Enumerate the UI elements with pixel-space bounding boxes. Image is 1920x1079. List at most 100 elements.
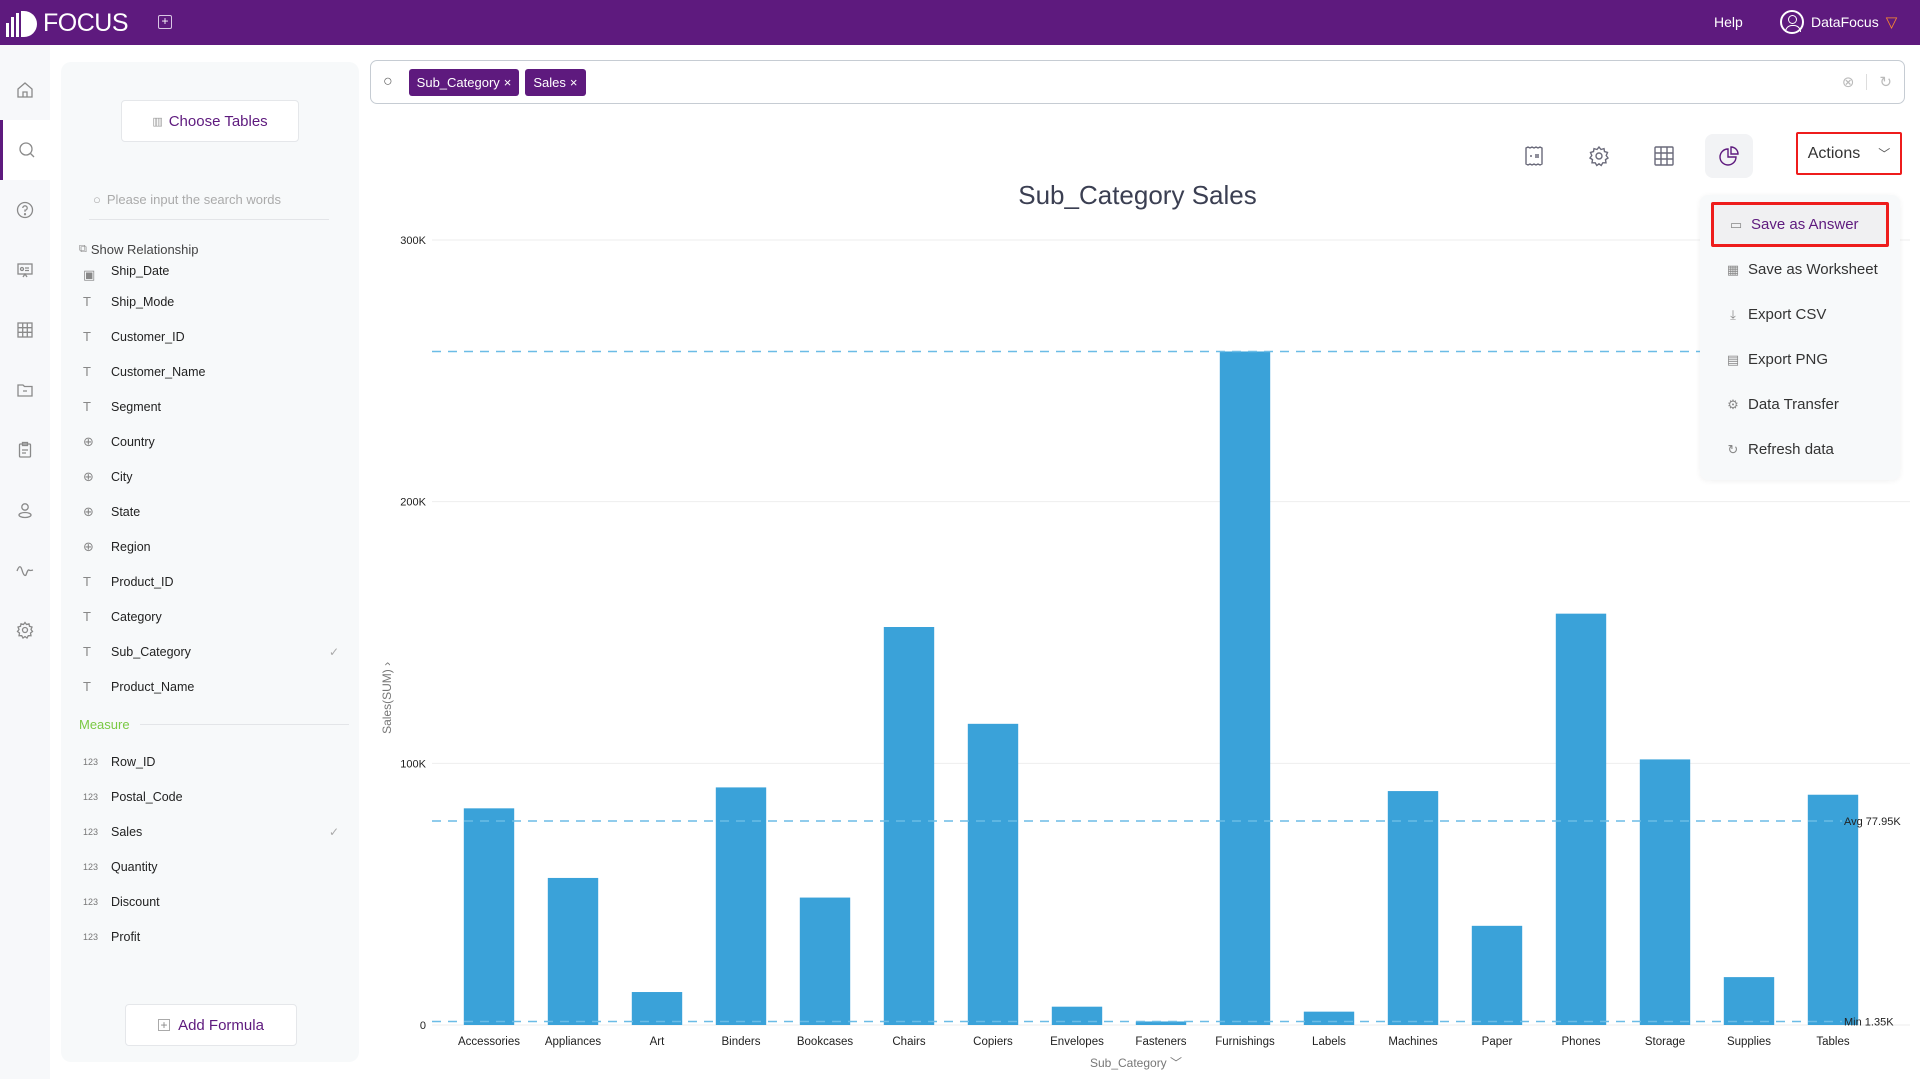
menu-item-save-as-worksheet[interactable]: ▦ Save as Worksheet — [1700, 247, 1900, 292]
x-tick-label: Chairs — [892, 1036, 925, 1048]
reference-label-avg: Avg 77.95K — [1844, 816, 1901, 828]
top-bar: FOCUS + Help DataFocus ▽ — [0, 0, 1920, 45]
menu-item-refresh-data[interactable]: ↻ Refresh data — [1700, 427, 1900, 472]
menu-item-export-csv[interactable]: ⤓ Export CSV — [1700, 292, 1900, 337]
x-tick-label: Paper — [1482, 1036, 1513, 1048]
field-item[interactable]: ⊕ State — [79, 494, 349, 529]
settings-button[interactable] — [1575, 134, 1623, 178]
field-item[interactable]: T Category — [79, 599, 349, 634]
text-type-icon: T — [83, 644, 91, 659]
user-menu[interactable]: DataFocus ▽ — [1780, 10, 1897, 34]
diamond-icon: ▽ — [1885, 14, 1898, 31]
table-view-button[interactable] — [1640, 134, 1688, 178]
field-name: Ship_Mode — [111, 294, 175, 309]
measure-heading-label: Measure — [79, 716, 130, 732]
x-tick-label: Copiers — [973, 1036, 1013, 1048]
pie-chart-icon — [1719, 146, 1739, 166]
measure-item[interactable]: 123 Row_ID — [79, 744, 349, 779]
field-name: Ship_Date — [111, 266, 170, 278]
clear-circle-icon[interactable]: ⊗ — [1842, 73, 1855, 91]
field-name: Country — [111, 434, 155, 449]
field-item[interactable]: T Segment — [79, 389, 349, 424]
pulse-icon — [16, 566, 34, 577]
nav-users[interactable] — [0, 480, 50, 540]
choose-tables-button[interactable]: ▥ Choose Tables — [121, 100, 299, 142]
help-link[interactable]: Help — [1714, 14, 1743, 30]
y-tick-label: 0 — [420, 1020, 426, 1032]
menu-item-export-png[interactable]: ▤ Export PNG — [1700, 337, 1900, 382]
add-formula-label: Add Formula — [178, 1016, 264, 1034]
chart-type-button[interactable] — [1705, 134, 1753, 178]
new-tab-plus-icon[interactable]: + — [158, 15, 172, 29]
nav-settings[interactable] — [0, 600, 50, 660]
field-item[interactable]: T Product_ID — [79, 564, 349, 599]
y-tick-label: 300K — [400, 235, 426, 247]
search-bar-actions: ⊗ ↻ — [1842, 73, 1892, 91]
query-search-bar[interactable]: ○ Sub_Category × Sales × ⊗ ↻ — [370, 60, 1905, 104]
bar — [631, 992, 683, 1025]
show-relationship-link[interactable]: ⧉ Show Relationship — [79, 242, 199, 257]
field-name: Category — [111, 609, 162, 624]
field-item[interactable]: T Customer_Name — [79, 354, 349, 389]
menu-item-save-as-answer[interactable]: ▭ Save as Answer — [1711, 202, 1889, 247]
x-tick-label: Fasteners — [1135, 1036, 1186, 1048]
bar — [1219, 351, 1271, 1026]
chart-toolbar — [1510, 134, 1753, 178]
nav-clipboard[interactable] — [0, 420, 50, 480]
close-icon[interactable]: × — [504, 75, 512, 90]
plus-square-icon: + — [158, 1019, 171, 1031]
field-item[interactable]: T Ship_Mode — [79, 284, 349, 319]
field-item[interactable]: T Customer_ID — [79, 319, 349, 354]
field-item[interactable]: ⊕ Region — [79, 529, 349, 564]
x-tick-label: Supplies — [1727, 1036, 1771, 1048]
number-type-icon: 123 — [83, 861, 99, 872]
search-chip[interactable]: Sub_Category × — [408, 68, 520, 96]
measure-item[interactable]: 123 Sales ✓ — [79, 814, 349, 849]
nav-help[interactable] — [0, 180, 50, 240]
field-item[interactable]: T Sub_Category ✓ — [79, 634, 349, 669]
field-item[interactable]: ⊕ Country — [79, 424, 349, 459]
logo-icon — [6, 10, 37, 37]
refresh-icon[interactable]: ↻ — [1879, 73, 1892, 91]
search-icon: ○ — [93, 192, 101, 207]
field-item[interactable]: T Product_Name — [79, 669, 349, 704]
nav-tables[interactable] — [0, 300, 50, 360]
chevron-down-icon: ﹀ — [1878, 147, 1891, 161]
close-icon[interactable]: × — [570, 75, 578, 90]
bar — [883, 627, 935, 1025]
data-source-panel: ▥ Choose Tables ○ Please input the searc… — [61, 62, 359, 1062]
focus-logo[interactable]: FOCUS — [6, 9, 129, 38]
search-icon: ○ — [383, 73, 393, 90]
add-formula-button[interactable]: + Add Formula — [125, 1004, 297, 1046]
actions-dropdown-menu: ▭ Save as Answer ▦ Save as Worksheet ⤓ E… — [1700, 195, 1900, 480]
left-nav — [0, 45, 50, 1079]
nav-home[interactable] — [0, 60, 50, 120]
gear-icon — [1588, 145, 1610, 167]
refresh-icon: ↻ — [1727, 441, 1739, 457]
measure-item[interactable]: 123 Discount — [79, 884, 349, 919]
field-item[interactable]: ▣ Ship_Date — [79, 266, 349, 284]
field-search-input[interactable]: ○ Please input the search words — [89, 180, 329, 220]
bar — [463, 808, 515, 1025]
measure-item[interactable]: 123 Postal_Code — [79, 779, 349, 814]
nav-monitor[interactable] — [0, 540, 50, 600]
chip-label: Sales — [533, 74, 566, 90]
text-type-icon: T — [83, 399, 91, 414]
user-icon — [18, 503, 32, 519]
nav-search[interactable] — [0, 120, 50, 180]
summary-button[interactable] — [1510, 134, 1558, 178]
measure-section-heading: Measure — [79, 704, 349, 744]
menu-item-data-transfer[interactable]: ⚙ Data Transfer — [1700, 382, 1900, 427]
nav-folder[interactable] — [0, 360, 50, 420]
search-chip[interactable]: Sales × — [525, 68, 586, 96]
measure-item[interactable]: 123 Quantity — [79, 849, 349, 884]
actions-button[interactable]: Actions ﹀ — [1796, 132, 1902, 175]
menu-item-label: Data Transfer — [1748, 396, 1839, 413]
nav-presentation[interactable] — [0, 240, 50, 300]
field-name: Product_Name — [111, 679, 195, 694]
bar-chart: 0 100K 200K 300K Sales(SUM) › Accessories Appl… — [380, 235, 1910, 1070]
bar — [1303, 1011, 1355, 1025]
measure-item[interactable]: 123 Profit — [79, 919, 349, 954]
date-icon: ▣ — [83, 267, 96, 282]
field-item[interactable]: ⊕ City — [79, 459, 349, 494]
